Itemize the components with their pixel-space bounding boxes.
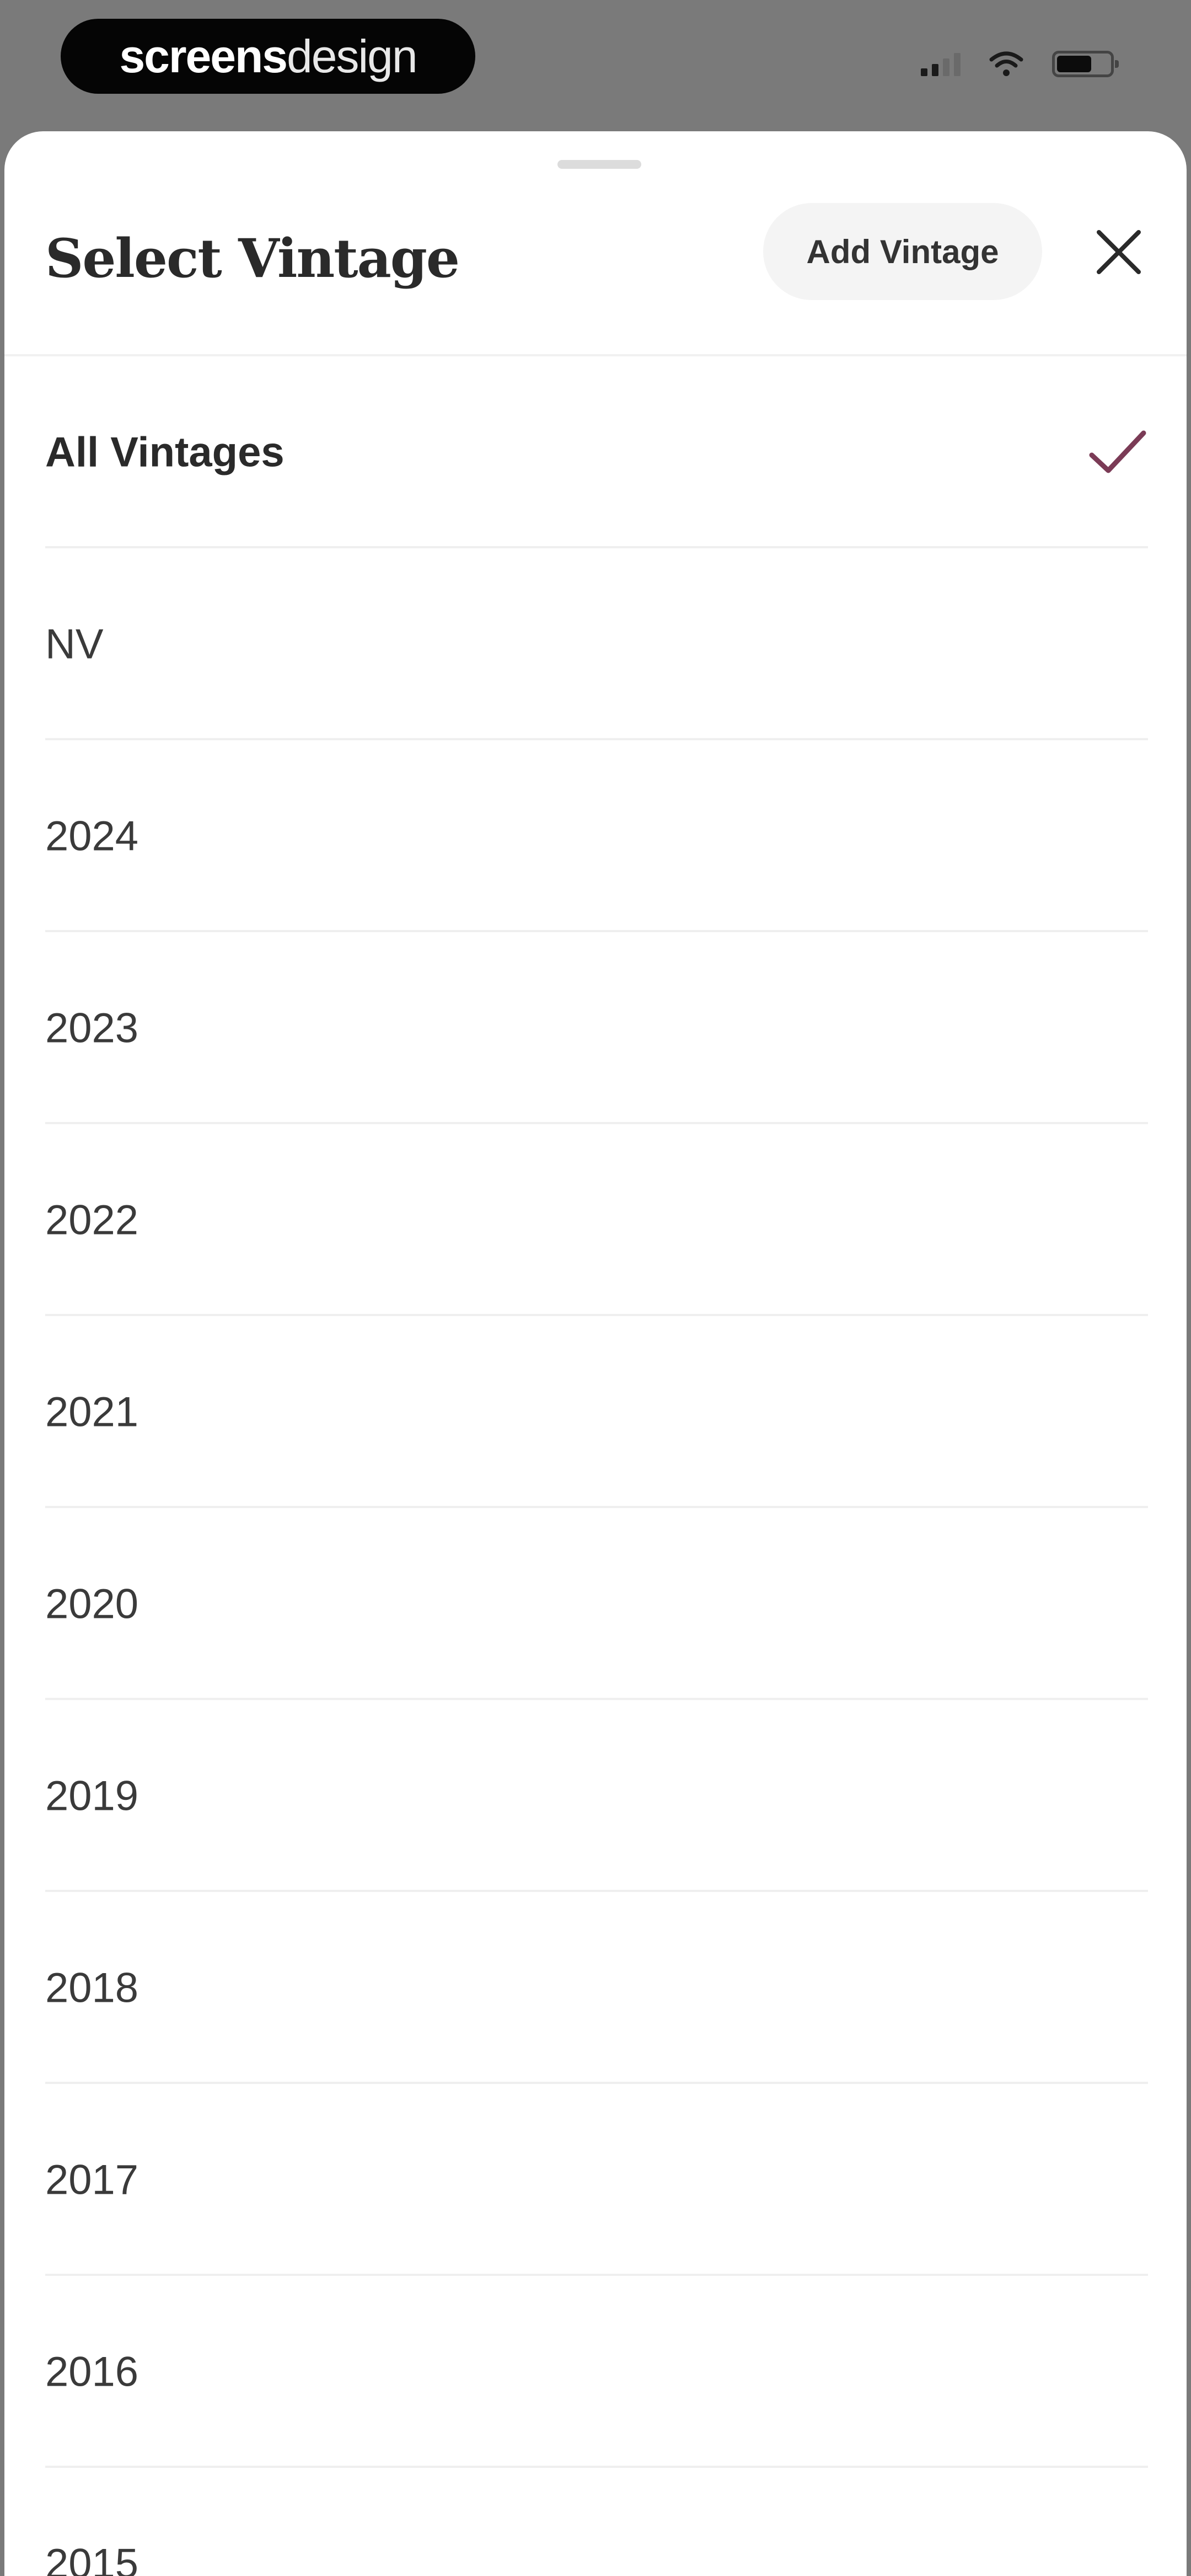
- vintage-option[interactable]: NV: [4, 548, 1187, 740]
- vintage-option-label: 2015: [45, 2540, 139, 2576]
- status-bar: screens design: [0, 0, 1191, 127]
- brand-logo-bold: screens: [119, 30, 288, 82]
- vintage-option[interactable]: 2022: [4, 1124, 1187, 1316]
- battery-icon: [1052, 51, 1119, 77]
- add-vintage-button[interactable]: Add Vintage: [763, 203, 1042, 300]
- vintage-option-label: 2017: [45, 2156, 139, 2204]
- sheet-title: Select Vintage: [45, 227, 460, 290]
- vintage-option-label: NV: [45, 621, 104, 668]
- vintage-option[interactable]: 2023: [4, 932, 1187, 1124]
- brand-logo-light: design: [287, 30, 418, 82]
- vintage-option-label: 2018: [45, 1964, 139, 2012]
- brand-logo: screens design: [61, 19, 475, 94]
- vintage-option[interactable]: 2017: [4, 2084, 1187, 2276]
- wifi-icon: [989, 51, 1023, 77]
- sheet-header: Select Vintage Add Vintage: [4, 203, 1187, 335]
- select-vintage-sheet: Select Vintage Add Vintage All Vintages N…: [4, 131, 1187, 2576]
- vintage-option[interactable]: 2021: [4, 1316, 1187, 1508]
- vintage-option-label: 2020: [45, 1580, 139, 1628]
- vintage-option-label: 2019: [45, 1772, 139, 1820]
- cellular-signal-icon: [921, 52, 961, 76]
- vintage-option[interactable]: 2019: [4, 1700, 1187, 1892]
- screen: screens design Select Vintage Add Vintag…: [0, 0, 1191, 2576]
- vintage-option[interactable]: 2020: [4, 1508, 1187, 1700]
- vintage-list: All Vintages NV 2024 2023 2022 2021 2020 2019 20…: [4, 356, 1187, 2576]
- vintage-option-label: 2021: [45, 1388, 139, 1436]
- vintage-option-label: All Vintages: [45, 429, 285, 476]
- sheet-grabber[interactable]: [557, 160, 641, 169]
- checkmark-icon: [1089, 430, 1146, 473]
- vintage-option-label: 2022: [45, 1196, 139, 1244]
- close-icon: [1097, 230, 1141, 274]
- vintage-option-label: 2024: [45, 813, 139, 860]
- status-icons: [921, 51, 1119, 77]
- vintage-option-label: 2023: [45, 1004, 139, 1052]
- vintage-option[interactable]: All Vintages: [4, 356, 1187, 548]
- close-button[interactable]: [1083, 216, 1155, 288]
- vintage-option[interactable]: 2015: [4, 2468, 1187, 2576]
- vintage-option[interactable]: 2016: [4, 2276, 1187, 2468]
- vintage-option-label: 2016: [45, 2348, 139, 2396]
- vintage-option[interactable]: 2024: [4, 740, 1187, 932]
- vintage-option[interactable]: 2018: [4, 1892, 1187, 2084]
